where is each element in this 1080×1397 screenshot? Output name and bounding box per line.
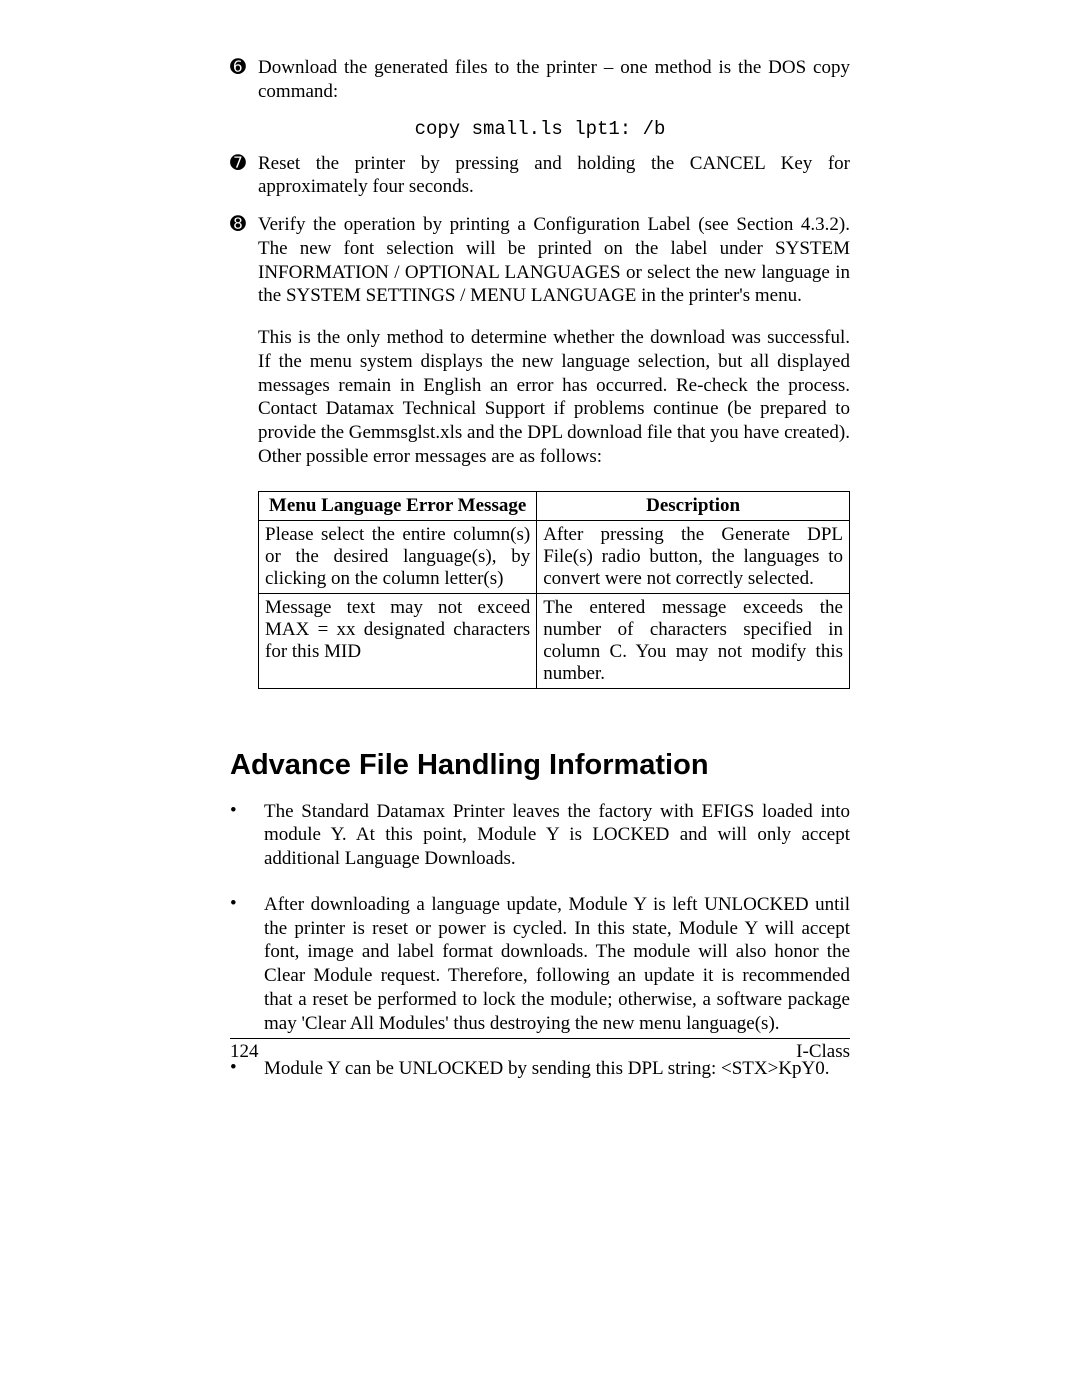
table-header-message: Menu Language Error Message bbox=[259, 491, 537, 520]
step-8-marker: ➑ bbox=[230, 213, 258, 308]
table-row: Please select the entire column(s) or th… bbox=[259, 520, 850, 593]
step-6-marker: ➏ bbox=[230, 56, 258, 104]
step-7: ➐ Reset the printer by pressing and hold… bbox=[230, 152, 850, 200]
bullet-icon: • bbox=[230, 893, 264, 1036]
list-item: • After downloading a language update, M… bbox=[230, 893, 850, 1036]
step-6: ➏ Download the generated files to the pr… bbox=[230, 56, 850, 104]
step-8: ➑ Verify the operation by printing a Con… bbox=[230, 213, 850, 308]
numbered-steps: ➏ Download the generated files to the pr… bbox=[230, 56, 850, 104]
step-7-text: Reset the printer by pressing and holdin… bbox=[258, 152, 850, 200]
numbered-steps-cont: ➐ Reset the printer by pressing and hold… bbox=[230, 152, 850, 309]
table-cell-description: After pressing the Generate DPL File(s) … bbox=[537, 520, 850, 593]
bullet-icon: • bbox=[230, 800, 264, 871]
page: ➏ Download the generated files to the pr… bbox=[0, 0, 1080, 1397]
table-header-row: Menu Language Error Message Description bbox=[259, 491, 850, 520]
page-number: 124 bbox=[230, 1041, 259, 1063]
section-heading: Advance File Handling Information bbox=[230, 749, 850, 782]
table-cell-message: Please select the entire column(s) or th… bbox=[259, 520, 537, 593]
bullet-text: After downloading a language update, Mod… bbox=[264, 893, 850, 1036]
step-8-text: Verify the operation by printing a Confi… bbox=[258, 213, 850, 308]
content-area: ➏ Download the generated files to the pr… bbox=[230, 56, 850, 1081]
step-7-marker: ➐ bbox=[230, 152, 258, 200]
bullet-text: The Standard Datamax Printer leaves the … bbox=[264, 800, 850, 871]
footer-label: I-Class bbox=[796, 1041, 850, 1063]
error-message-table: Menu Language Error Message Description … bbox=[258, 491, 850, 689]
table-row: Message text may not exceed MAX = xx des… bbox=[259, 593, 850, 688]
step-6-text: Download the generated files to the prin… bbox=[258, 56, 850, 104]
page-footer: 124 I-Class bbox=[230, 1038, 850, 1063]
table-cell-message: Message text may not exceed MAX = xx des… bbox=[259, 593, 537, 688]
table-header-description: Description bbox=[537, 491, 850, 520]
followup-paragraph: This is the only method to determine whe… bbox=[258, 326, 850, 469]
code-line: copy small.ls lpt1: /b bbox=[230, 118, 850, 140]
list-item: • The Standard Datamax Printer leaves th… bbox=[230, 800, 850, 871]
table-cell-description: The entered message exceeds the number o… bbox=[537, 593, 850, 688]
